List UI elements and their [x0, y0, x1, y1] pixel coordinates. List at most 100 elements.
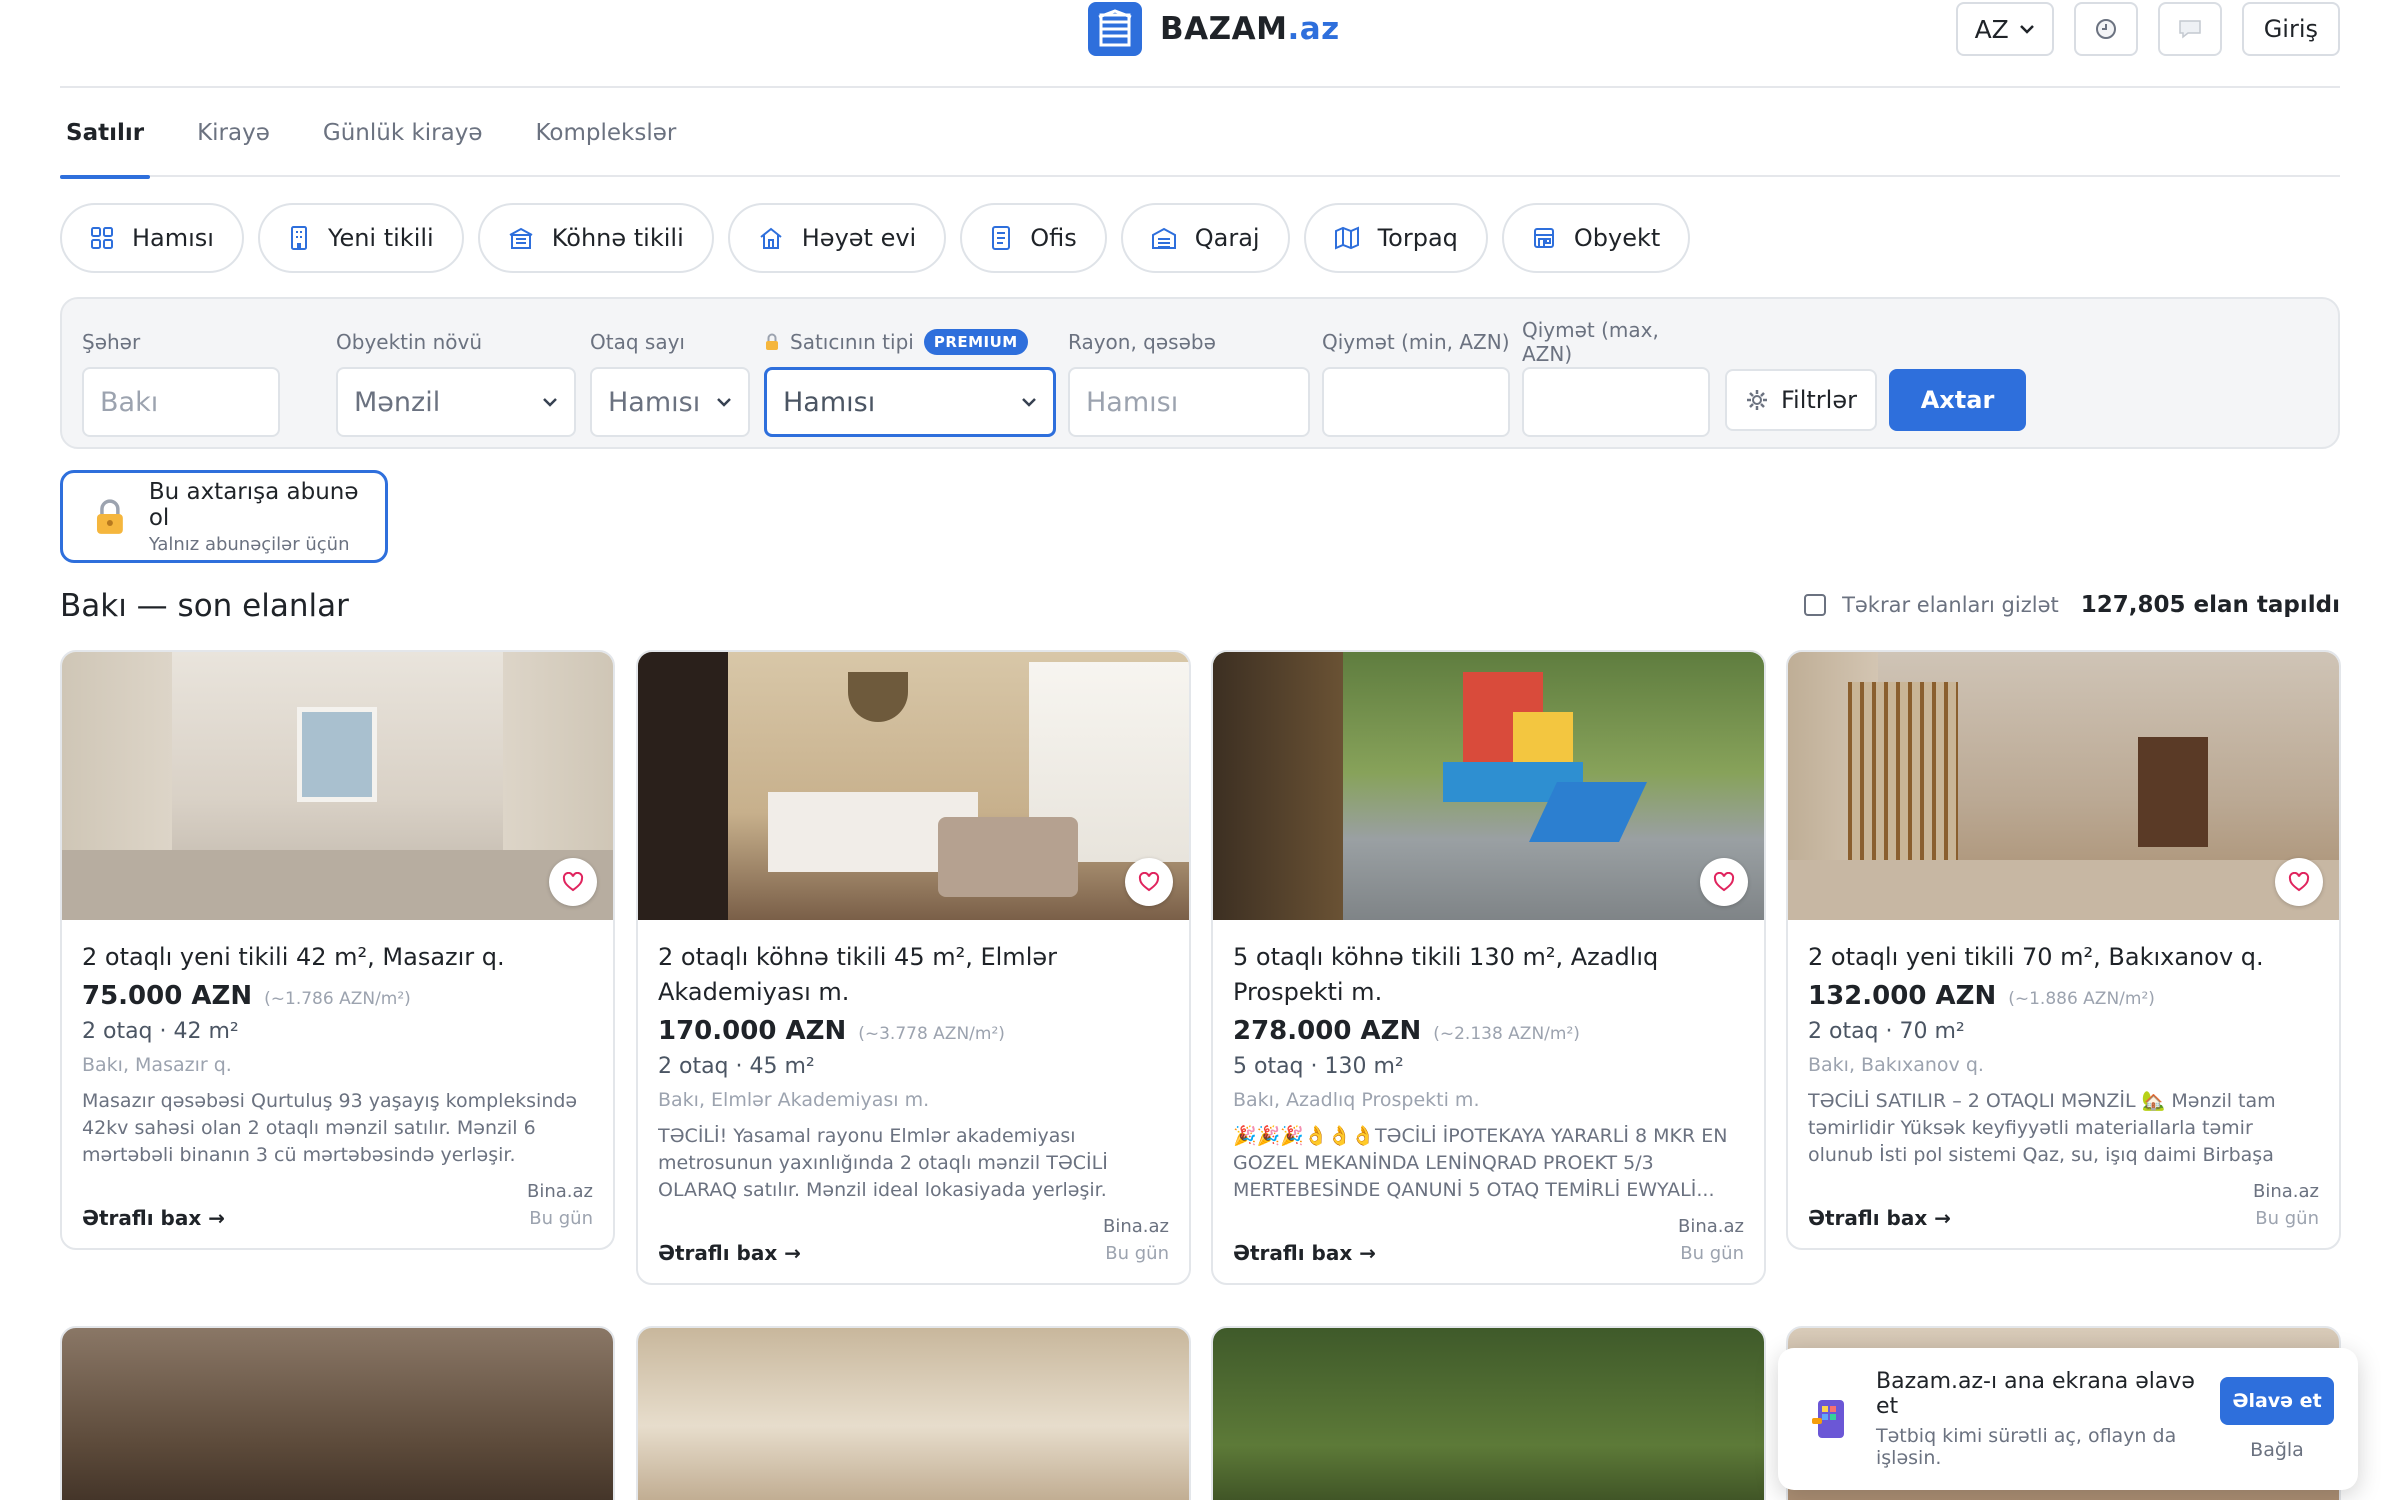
- chevron-down-icon: [2019, 25, 2034, 34]
- listing-photo[interactable]: [636, 1326, 1191, 1500]
- listing-photo[interactable]: [1211, 1326, 1766, 1500]
- filter-city: Şəhər Bakı: [82, 327, 280, 437]
- messages-button[interactable]: [2157, 2, 2222, 56]
- filter-district: Rayon, qəsəbə Hamısı: [1068, 327, 1310, 437]
- details-link[interactable]: Ətraflı bax →: [658, 1241, 801, 1265]
- listing-card[interactable]: 2 otaqlı yeni tikili 42 m², Masazır q. 7…: [60, 650, 615, 1250]
- listing-body: 2 otaqlı yeni tikili 42 m², Masazır q. 7…: [62, 920, 613, 1248]
- install-actions: Əlavə et Bağla: [2220, 1377, 2334, 1461]
- chevron-down-icon: [1022, 398, 1036, 407]
- old-building-icon: [509, 227, 533, 249]
- brand-tld: .az: [1287, 11, 1340, 47]
- chip-land[interactable]: Torpaq: [1303, 203, 1488, 273]
- listing-card[interactable]: 2 otaqlı yeni tikili 70 m², Bakıxanov q.…: [1786, 650, 2341, 1250]
- price-per-m2: (~1.886 AZN/m²): [2008, 989, 2155, 1009]
- listing-photo[interactable]: [62, 652, 613, 920]
- chip-label: Torpaq: [1377, 224, 1458, 252]
- filter-label: Obyektin növü: [336, 330, 483, 354]
- listing-meta: 2 otaq · 42 m²: [82, 1019, 239, 1044]
- heart-icon: [2288, 872, 2310, 892]
- listing-location: Bakı, Masazır q.: [82, 1054, 232, 1076]
- more-filters-button[interactable]: Filtrlər: [1725, 369, 1877, 431]
- subscribe-search-button[interactable]: Bu axtarışa abunə ol Yalnız abunəçilər ü…: [60, 470, 388, 563]
- listing-card[interactable]: 2 otaqlı köhnə tikili 45 m², Elmlər Akad…: [636, 650, 1191, 1285]
- header-actions: AZ Giriş: [1955, 2, 2340, 56]
- chip-house[interactable]: Həyət evi: [727, 203, 947, 273]
- favorite-button[interactable]: [1700, 858, 1748, 906]
- tab-complexes[interactable]: Komplekslər: [535, 88, 676, 177]
- tab-sale[interactable]: Satılır: [59, 88, 151, 179]
- tab-daily-rent[interactable]: Günlük kirayə: [323, 88, 483, 177]
- favorite-button[interactable]: [549, 858, 597, 906]
- price-per-m2: (~2.138 AZN/m²): [1433, 1024, 1580, 1044]
- add-to-home-button[interactable]: Əlavə et: [2220, 1377, 2334, 1425]
- close-prompt-button[interactable]: Bağla: [2220, 1439, 2334, 1461]
- details-link[interactable]: Ətraflı bax →: [82, 1206, 225, 1230]
- listing-price-row: 170.000 AZN (~3.778 AZN/m²): [658, 1016, 1169, 1046]
- results-toolbar: Təkrar elanları gizlət 127,805 elan tapı…: [1804, 592, 2340, 618]
- select-value: Hamısı: [783, 386, 876, 418]
- install-subtitle: Tətbiq kimi sürətli aç, oflayn da işləsi…: [1876, 1425, 2177, 1469]
- listing-location: Bakı, Bakıxanov q.: [1808, 1054, 1984, 1076]
- listing-footer: Ətraflı bax → Bu gün: [82, 1206, 593, 1230]
- chip-garage[interactable]: Qaraj: [1120, 203, 1290, 273]
- favorite-button[interactable]: [1125, 858, 1173, 906]
- logo[interactable]: BAZAM.az: [1088, 2, 1340, 56]
- language-value: AZ: [1974, 14, 2009, 44]
- install-title: Bazam.az-ı ana ekrana əlavə et: [1876, 1369, 2195, 1419]
- listing-photo[interactable]: [1213, 652, 1764, 920]
- district-input[interactable]: Hamısı: [1068, 367, 1310, 437]
- chip-old-building[interactable]: Köhnə tikili: [477, 203, 714, 273]
- price-max-input[interactable]: [1522, 367, 1710, 437]
- listing-photo[interactable]: [638, 652, 1189, 920]
- hide-duplicates-label[interactable]: Təkrar elanları gizlət: [1842, 593, 2059, 617]
- listing-card[interactable]: 5 otaqlı köhnə tikili 130 m², Azadlıq Pr…: [1211, 650, 1766, 1285]
- select-value: Mənzil: [354, 386, 441, 418]
- clock-icon: [2095, 19, 2116, 39]
- city-input[interactable]: Bakı: [82, 367, 280, 437]
- listing-meta: 2 otaq · 70 m²: [1808, 1019, 1965, 1044]
- price-per-m2: (~1.786 AZN/m²): [264, 989, 411, 1009]
- listing-title[interactable]: 2 otaqlı köhnə tikili 45 m², Elmlər Akad…: [658, 940, 1169, 1010]
- chip-all[interactable]: Hamısı: [60, 203, 244, 273]
- deal-type-tabs: Satılır Kirayə Günlük kirayə Komplekslər: [59, 88, 2340, 179]
- hide-duplicates-checkbox[interactable]: [1804, 594, 1827, 616]
- listing-title[interactable]: 5 otaqlı köhnə tikili 130 m², Azadlıq Pr…: [1233, 940, 1744, 1010]
- rooms-select[interactable]: Hamısı: [590, 367, 750, 437]
- language-select[interactable]: AZ: [1955, 2, 2054, 56]
- listing-footer: Ətraflı bax → Bu gün: [1808, 1206, 2319, 1230]
- details-link[interactable]: Ətraflı bax →: [1233, 1241, 1376, 1265]
- listing-photo[interactable]: [1788, 652, 2339, 920]
- price-min-input[interactable]: [1322, 367, 1510, 437]
- tab-rent[interactable]: Kirayə: [197, 88, 270, 177]
- filter-label: Qiymət (min, AZN): [1322, 330, 1510, 354]
- chip-label: Yeni tikili: [327, 224, 434, 252]
- listing-source: Bina.az: [1678, 1216, 1744, 1237]
- listing-date: Bu gün: [1680, 1242, 1744, 1264]
- login-button[interactable]: Giriş: [2241, 2, 2340, 56]
- filter-object-type: Obyektin növü Mənzil: [336, 327, 576, 437]
- map-icon: [1334, 226, 1359, 250]
- search-button[interactable]: Axtar: [1889, 369, 2026, 431]
- listing-title[interactable]: 2 otaqlı yeni tikili 42 m², Masazır q.: [82, 940, 593, 975]
- chip-office[interactable]: Ofis: [960, 203, 1107, 273]
- chip-label: Qaraj: [1194, 224, 1260, 252]
- brand-name: BAZAM.az: [1160, 11, 1340, 47]
- chip-commercial[interactable]: Obyekt: [1501, 203, 1691, 273]
- lock-icon: [96, 498, 123, 534]
- chip-label: Ofis: [1030, 224, 1077, 252]
- chip-new-building[interactable]: Yeni tikili: [257, 203, 464, 273]
- category-chips: Hamısı Yeni tikili Köhnə tikili Həyət ev…: [60, 203, 1691, 273]
- history-button[interactable]: [2073, 2, 2138, 56]
- details-link[interactable]: Ətraflı bax →: [1808, 1206, 1951, 1230]
- listing-photo[interactable]: [60, 1326, 615, 1500]
- listing-price-row: 278.000 AZN (~2.138 AZN/m²): [1233, 1016, 1744, 1046]
- listing-date: Bu gün: [1105, 1242, 1169, 1264]
- favorite-button[interactable]: [2275, 858, 2323, 906]
- object-type-select[interactable]: Mənzil: [336, 367, 576, 437]
- listing-title[interactable]: 2 otaqlı yeni tikili 70 m², Bakıxanov q.: [1808, 940, 2319, 975]
- listing-location: Bakı, Elmlər Akademiyası m.: [658, 1089, 930, 1111]
- heart-icon: [562, 872, 584, 892]
- seller-type-select[interactable]: Hamısı: [764, 367, 1056, 437]
- subscribe-title: Bu axtarışa abunə ol: [148, 478, 359, 531]
